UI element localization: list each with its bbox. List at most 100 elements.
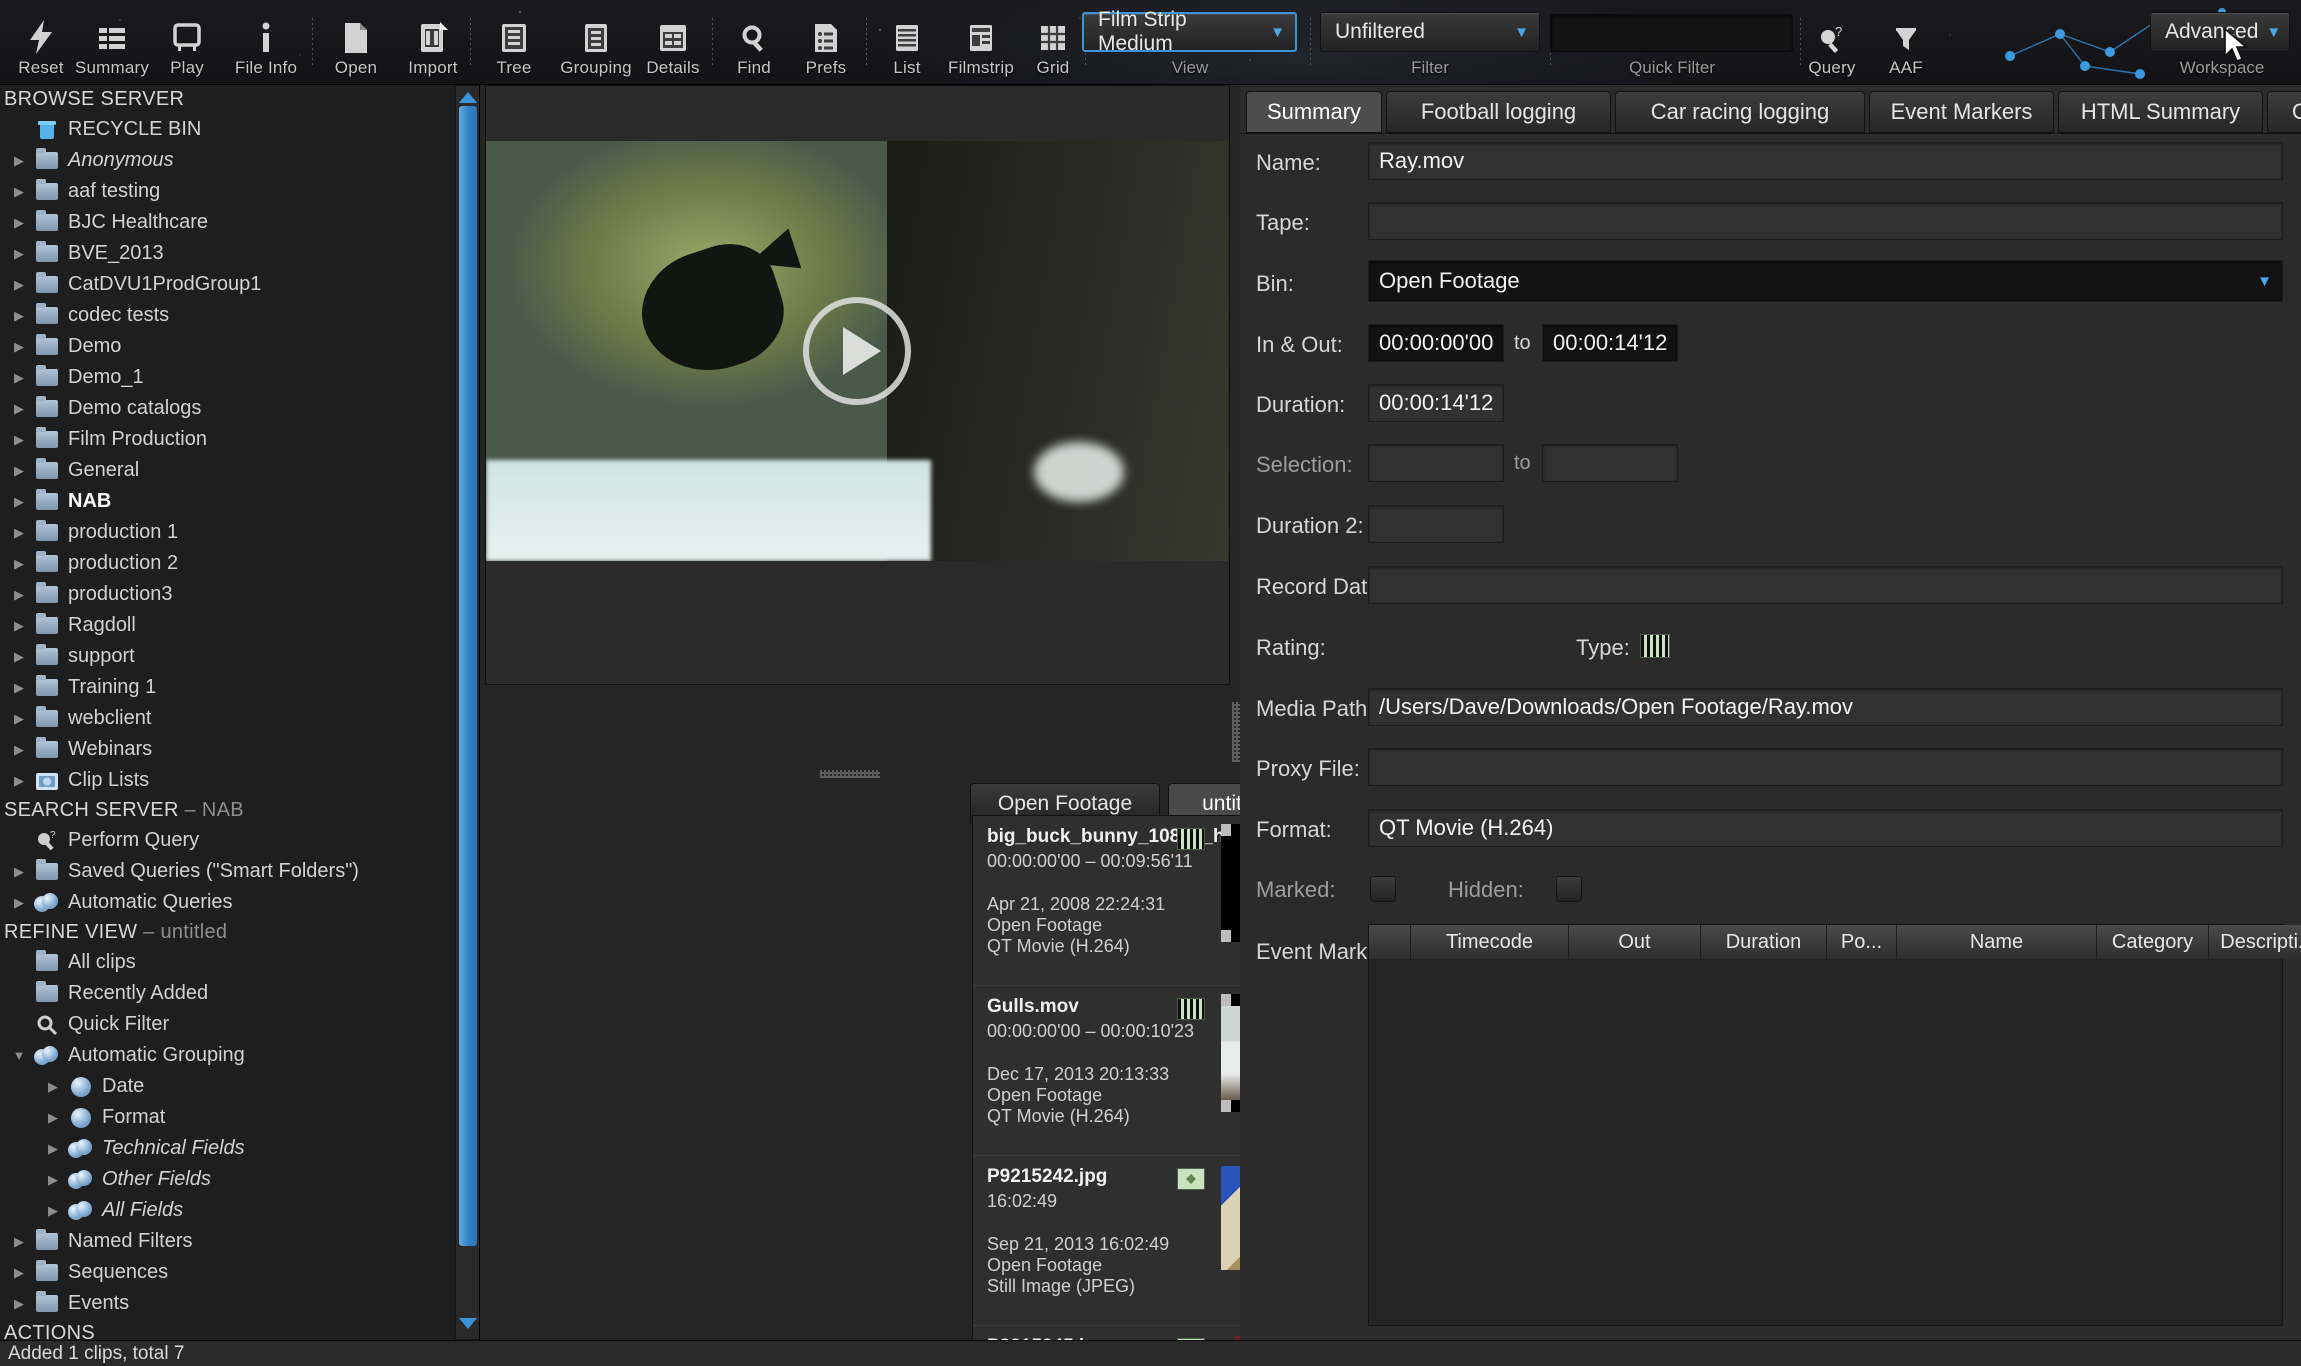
tree-item-anonymous[interactable]: ▶Anonymous [0, 145, 452, 176]
twisty-collapsed-icon[interactable]: ▶ [6, 1234, 32, 1250]
tree-item-date[interactable]: ▶Date [0, 1071, 452, 1102]
sidebar-scrollbar[interactable] [455, 85, 480, 1340]
selection-to-field[interactable] [1542, 444, 1678, 482]
twisty-collapsed-icon[interactable]: ▶ [6, 556, 32, 572]
twisty-collapsed-icon[interactable]: ▶ [40, 1141, 66, 1157]
twisty-collapsed-icon[interactable]: ▶ [6, 1296, 32, 1312]
twisty-collapsed-icon[interactable]: ▶ [6, 401, 32, 417]
toolbar-button-grid[interactable]: Grid [1022, 14, 1084, 78]
tree-item-bjc-healthcare[interactable]: ▶BJC Healthcare [0, 207, 452, 238]
twisty-collapsed-icon[interactable]: ▶ [6, 277, 32, 293]
tree-item-production-2[interactable]: ▶production 2 [0, 548, 452, 579]
twisty-collapsed-icon[interactable]: ▶ [6, 649, 32, 665]
toolbar-button-filmstrip[interactable]: Filmstrip [932, 14, 1030, 78]
tree-item-sequences[interactable]: ▶Sequences [0, 1257, 452, 1288]
inspector-tab-football-logging[interactable]: Football logging [1386, 91, 1611, 133]
tree-item-saved-queries-smart-folders[interactable]: ▶Saved Queries ("Smart Folders") [0, 856, 452, 887]
toolbar-button-play[interactable]: Play [152, 14, 222, 78]
event-marker-column-duration[interactable]: Duration [1701, 925, 1827, 959]
scroll-down-arrow[interactable] [459, 1318, 477, 1329]
tree-item-general[interactable]: ▶General [0, 455, 452, 486]
tree-item-aaf-testing[interactable]: ▶aaf testing [0, 176, 452, 207]
tree-item-events[interactable]: ▶Events [0, 1288, 452, 1319]
twisty-collapsed-icon[interactable]: ▶ [40, 1110, 66, 1126]
toolbar-button-list[interactable]: List [878, 14, 936, 78]
tree-item-other-fields[interactable]: ▶Other Fields [0, 1164, 452, 1195]
twisty-collapsed-icon[interactable]: ▶ [40, 1172, 66, 1188]
hidden-checkbox[interactable] [1556, 876, 1582, 902]
tree-item-automatic-grouping[interactable]: ▼Automatic Grouping [0, 1040, 452, 1071]
twisty-collapsed-icon[interactable]: ▶ [6, 864, 32, 880]
tree-item-all-clips[interactable]: All clips [0, 947, 452, 978]
tree-item-webclient[interactable]: ▶webclient [0, 703, 452, 734]
toolbar-button-reset[interactable]: Reset [10, 14, 72, 78]
event-marker-column-out[interactable]: Out [1569, 925, 1701, 959]
tree-item-ragdoll[interactable]: ▶Ragdoll [0, 610, 452, 641]
tree-item-all-fields[interactable]: ▶All Fields [0, 1195, 452, 1226]
toolbar-button-prefs[interactable]: Prefs [790, 14, 862, 78]
twisty-collapsed-icon[interactable]: ▶ [6, 339, 32, 355]
scroll-up-arrow[interactable] [459, 92, 477, 103]
video-preview-panel[interactable] [485, 85, 1230, 685]
twisty-collapsed-icon[interactable]: ▶ [6, 494, 32, 510]
twisty-collapsed-icon[interactable]: ▶ [6, 370, 32, 386]
twisty-collapsed-icon[interactable]: ▶ [6, 742, 32, 758]
tree-item-codec-tests[interactable]: ▶codec tests [0, 300, 452, 331]
toolbar-button-open[interactable]: Open [322, 14, 390, 78]
marked-checkbox[interactable] [1370, 876, 1396, 902]
toolbar-button-tree[interactable]: Tree [480, 14, 548, 78]
tape-field[interactable] [1368, 202, 2283, 240]
inspector-tab-html-summary[interactable]: HTML Summary [2058, 91, 2263, 133]
event-marker-column-blank[interactable] [1369, 925, 1411, 959]
media-path-field[interactable]: /Users/Dave/Downloads/Open Footage/Ray.m… [1368, 688, 2283, 726]
toolbar-button-find[interactable]: Find [718, 14, 790, 78]
twisty-collapsed-icon[interactable]: ▶ [6, 895, 32, 911]
tree-item-automatic-queries[interactable]: ▶Automatic Queries [0, 887, 452, 918]
twisty-collapsed-icon[interactable]: ▶ [6, 525, 32, 541]
bin-select[interactable]: Open Footage ▼ [1368, 260, 2283, 302]
twisty-expanded-icon[interactable]: ▼ [6, 1048, 32, 1063]
tree-item-film-production[interactable]: ▶Film Production [0, 424, 452, 455]
inspector-tab-event-markers[interactable]: Event Markers [1869, 91, 2054, 133]
twisty-collapsed-icon[interactable]: ▶ [6, 618, 32, 634]
event-marker-column-po[interactable]: Po... [1827, 925, 1897, 959]
tree-item-bve-2013[interactable]: ▶BVE_2013 [0, 238, 452, 269]
toolbar-button-summary[interactable]: Summary [72, 14, 152, 78]
tree-item-named-filters[interactable]: ▶Named Filters [0, 1226, 452, 1257]
toolbar-button-file-info[interactable]: File Info [222, 14, 310, 78]
tree-item-production-1[interactable]: ▶production 1 [0, 517, 452, 548]
filter-select[interactable]: Unfiltered ▼ [1320, 12, 1540, 52]
tree-item-quick-filter[interactable]: Quick Filter [0, 1009, 452, 1040]
tree-item-demo-catalogs[interactable]: ▶Demo catalogs [0, 393, 452, 424]
tree-item-demo[interactable]: ▶Demo [0, 331, 452, 362]
inspector-tab-car-racing-logging[interactable]: Car racing logging [1615, 91, 1865, 133]
sidebar-scroll-thumb[interactable] [459, 106, 477, 1246]
workspace-select[interactable]: Advanced ▼ [2150, 12, 2290, 52]
twisty-collapsed-icon[interactable]: ▶ [6, 463, 32, 479]
toolbar-button-import[interactable]: Import [390, 14, 476, 78]
twisty-collapsed-icon[interactable]: ▶ [6, 215, 32, 231]
selection-from-field[interactable] [1368, 444, 1504, 482]
toolbar-button-aaf[interactable]: AAF [1872, 14, 1940, 78]
tree-item-perform-query[interactable]: ?Perform Query [0, 825, 452, 856]
twisty-collapsed-icon[interactable]: ▶ [40, 1203, 66, 1219]
tree-item-training-1[interactable]: ▶Training 1 [0, 672, 452, 703]
tree-item-clip-lists[interactable]: ▶Clip Lists [0, 765, 452, 796]
twisty-collapsed-icon[interactable]: ▶ [6, 773, 32, 789]
twisty-collapsed-icon[interactable]: ▶ [6, 308, 32, 324]
quick-filter-field[interactable] [1565, 22, 1830, 45]
event-marker-column-descripti[interactable]: Descripti... [2209, 925, 2301, 959]
twisty-collapsed-icon[interactable]: ▶ [6, 184, 32, 200]
tree-item-nab[interactable]: ▶NAB [0, 486, 452, 517]
format-field[interactable]: QT Movie (H.264) [1368, 809, 2283, 847]
view-mode-select[interactable]: Film Strip Medium ▼ [1082, 12, 1297, 52]
twisty-collapsed-icon[interactable]: ▶ [6, 432, 32, 448]
twisty-collapsed-icon[interactable]: ▶ [6, 711, 32, 727]
out-timecode-field[interactable]: 00:00:14'12 [1542, 324, 1678, 362]
inspector-tab-summary[interactable]: Summary [1246, 91, 1382, 133]
twisty-collapsed-icon[interactable]: ▶ [6, 680, 32, 696]
tree-item-catdvu1prodgroup1[interactable]: ▶CatDVU1ProdGroup1 [0, 269, 452, 300]
panel-vertical-drag-handle[interactable] [1232, 702, 1240, 762]
video-frame[interactable] [486, 141, 1228, 561]
tree-item-production3[interactable]: ▶production3 [0, 579, 452, 610]
